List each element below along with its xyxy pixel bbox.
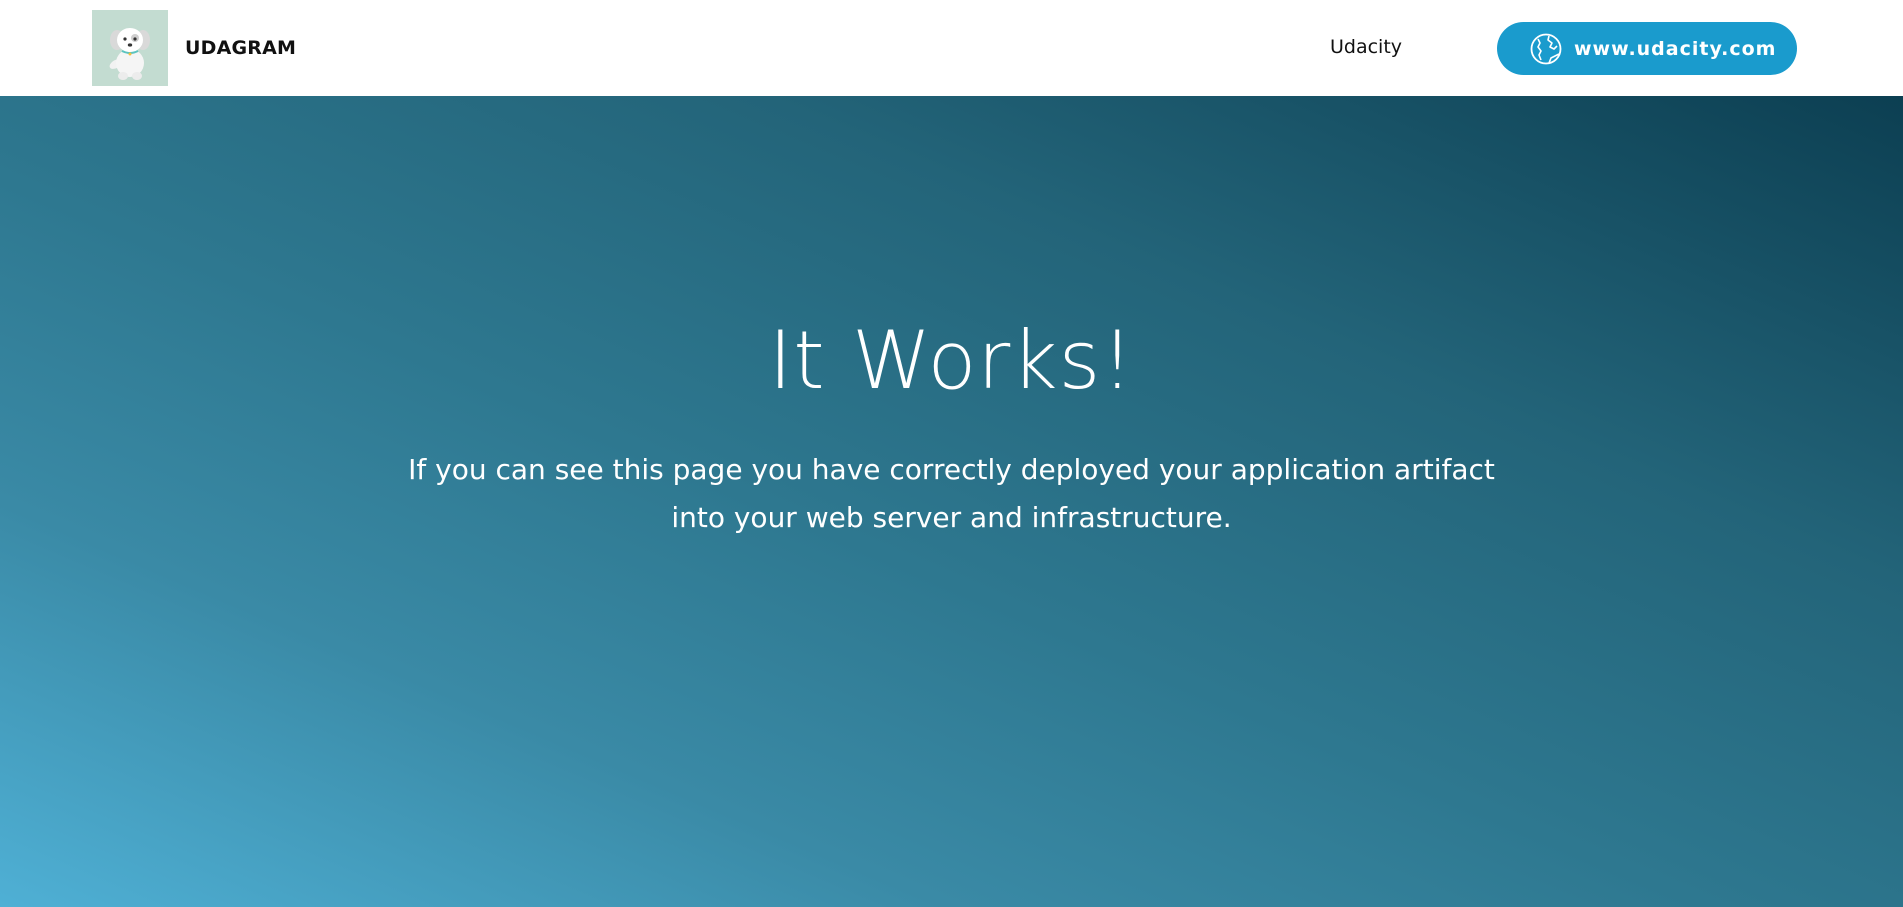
globe-icon (1529, 32, 1563, 66)
hero-section: It Works! If you can see this page you h… (0, 96, 1903, 907)
hero-title: It Works! (768, 314, 1135, 407)
udacity-website-button[interactable]: www.udacity.com (1497, 22, 1797, 75)
brand-name: UDAGRAM (185, 37, 297, 59)
hero-description: If you can see this page you have correc… (408, 453, 1495, 534)
brand-link[interactable]: UDAGRAM (92, 10, 296, 86)
udacity-website-button-label: www.udacity.com (1574, 37, 1777, 60)
dog-logo-icon (92, 10, 168, 86)
udacity-nav-link[interactable]: Udacity (1330, 36, 1402, 58)
navbar: UDAGRAM Udacity www.udacity.com (0, 0, 1903, 96)
